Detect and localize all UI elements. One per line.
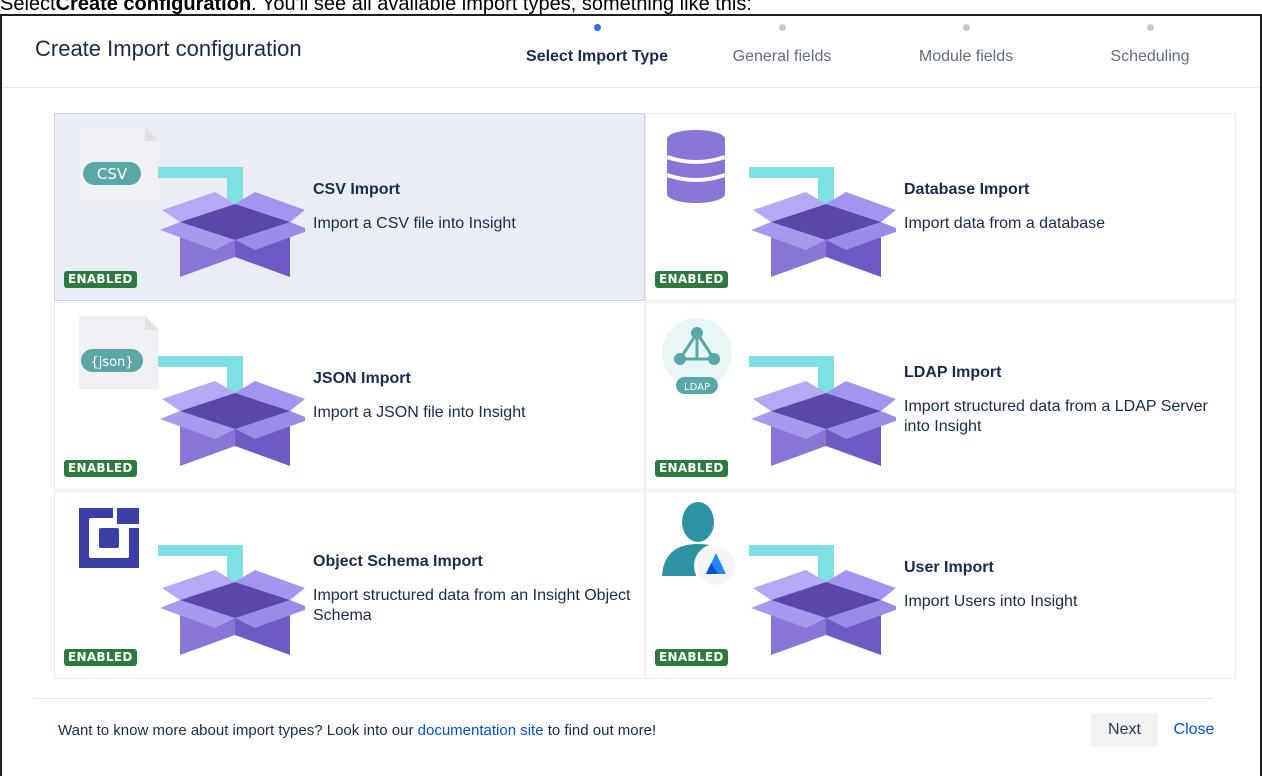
- json-file-icon: {json}: [79, 316, 305, 466]
- card-description: Import a JSON file into Insight: [313, 404, 526, 421]
- import-card-json[interactable]: {json} JSON Import Import a JSON file in…: [54, 302, 645, 490]
- card-description: Import a CSV file into Insight: [313, 215, 516, 232]
- footer-help-text: Want to know more about import types? Lo…: [58, 722, 656, 739]
- enabled-badge: ENABLED: [655, 460, 728, 477]
- import-card-csv[interactable]: CSV CSV Import Import a CSV file into In…: [54, 113, 645, 301]
- documentation-link[interactable]: documentation site: [418, 722, 544, 739]
- step-select-import-type: Select Import Type: [517, 24, 677, 66]
- card-title: CSV Import: [313, 181, 401, 198]
- card-title: Database Import: [904, 181, 1030, 198]
- step-general-fields: General fields: [702, 24, 862, 66]
- import-card-user[interactable]: User Import Import Users into Insight EN…: [645, 491, 1236, 679]
- footer-text-after: to find out more!: [543, 722, 657, 739]
- step-label: Scheduling: [1110, 48, 1190, 65]
- database-icon: [666, 130, 896, 277]
- step-dot: [962, 24, 970, 31]
- json-tag: {json}: [90, 355, 133, 370]
- box-icon: [160, 570, 305, 655]
- caption-prefix: Select: [0, 0, 56, 15]
- dialog-title: Create Import configuration: [35, 36, 302, 61]
- create-import-dialog: Create Import configuration Select Impor…: [0, 14, 1262, 776]
- card-title: Object Schema Import: [313, 553, 483, 570]
- import-type-grid: CSV CSV Import Import a CSV file into In…: [54, 113, 1236, 679]
- page-caption: SelectCreate configuration. You'll see a…: [0, 0, 752, 15]
- box-icon: [160, 381, 305, 466]
- card-title: LDAP Import: [904, 364, 1002, 381]
- enabled-badge: ENABLED: [655, 271, 728, 288]
- user-atlassian-icon: [662, 502, 896, 655]
- footer-text-before: Want to know more about import types? Lo…: [58, 722, 418, 739]
- card-description: Import Users into Insight: [904, 593, 1078, 610]
- next-button[interactable]: Next: [1091, 713, 1158, 747]
- card-description: Import structured data from a LDAP Serve…: [904, 398, 1208, 435]
- enabled-badge: ENABLED: [64, 271, 137, 288]
- import-card-database[interactable]: Database Import Import data from a datab…: [645, 113, 1236, 301]
- footer-divider: [33, 698, 1213, 699]
- ldap-tag: LDAP: [684, 382, 710, 393]
- ldap-icon: LDAP: [662, 318, 896, 466]
- caption-bold: Create configuration: [55, 0, 252, 15]
- card-title: User Import: [904, 559, 994, 576]
- import-card-object-schema[interactable]: Object Schema Import Import structured d…: [54, 491, 645, 679]
- box-icon: [751, 570, 896, 655]
- card-description: Import structured data from an Insight O…: [313, 587, 631, 624]
- step-label: Select Import Type: [526, 48, 668, 65]
- step-dot-active: [593, 24, 601, 31]
- csv-tag: CSV: [97, 165, 128, 183]
- step-module-fields: Module fields: [886, 24, 1046, 66]
- import-card-ldap[interactable]: LDAP LDAP Import Import structured data …: [645, 302, 1236, 490]
- enabled-badge: ENABLED: [64, 649, 137, 666]
- step-dot: [1146, 24, 1154, 31]
- enabled-badge: ENABLED: [655, 649, 728, 666]
- box-icon: [751, 192, 896, 277]
- caption-suffix: . You'll see all available import types,…: [251, 0, 752, 15]
- enabled-badge: ENABLED: [64, 460, 137, 477]
- step-label: General fields: [732, 48, 832, 65]
- object-schema-icon: [79, 508, 305, 655]
- step-label: Module fields: [918, 48, 1014, 65]
- card-description: Import data from a database: [904, 215, 1105, 232]
- dialog-header: Create Import configuration Select Impor…: [2, 16, 1260, 88]
- close-button[interactable]: Close: [1164, 713, 1224, 747]
- step-dot: [778, 24, 786, 31]
- card-title: JSON Import: [313, 370, 411, 387]
- box-icon: [160, 192, 305, 277]
- csv-file-icon: CSV: [79, 127, 305, 277]
- box-icon: [751, 381, 896, 466]
- step-scheduling: Scheduling: [1070, 24, 1230, 66]
